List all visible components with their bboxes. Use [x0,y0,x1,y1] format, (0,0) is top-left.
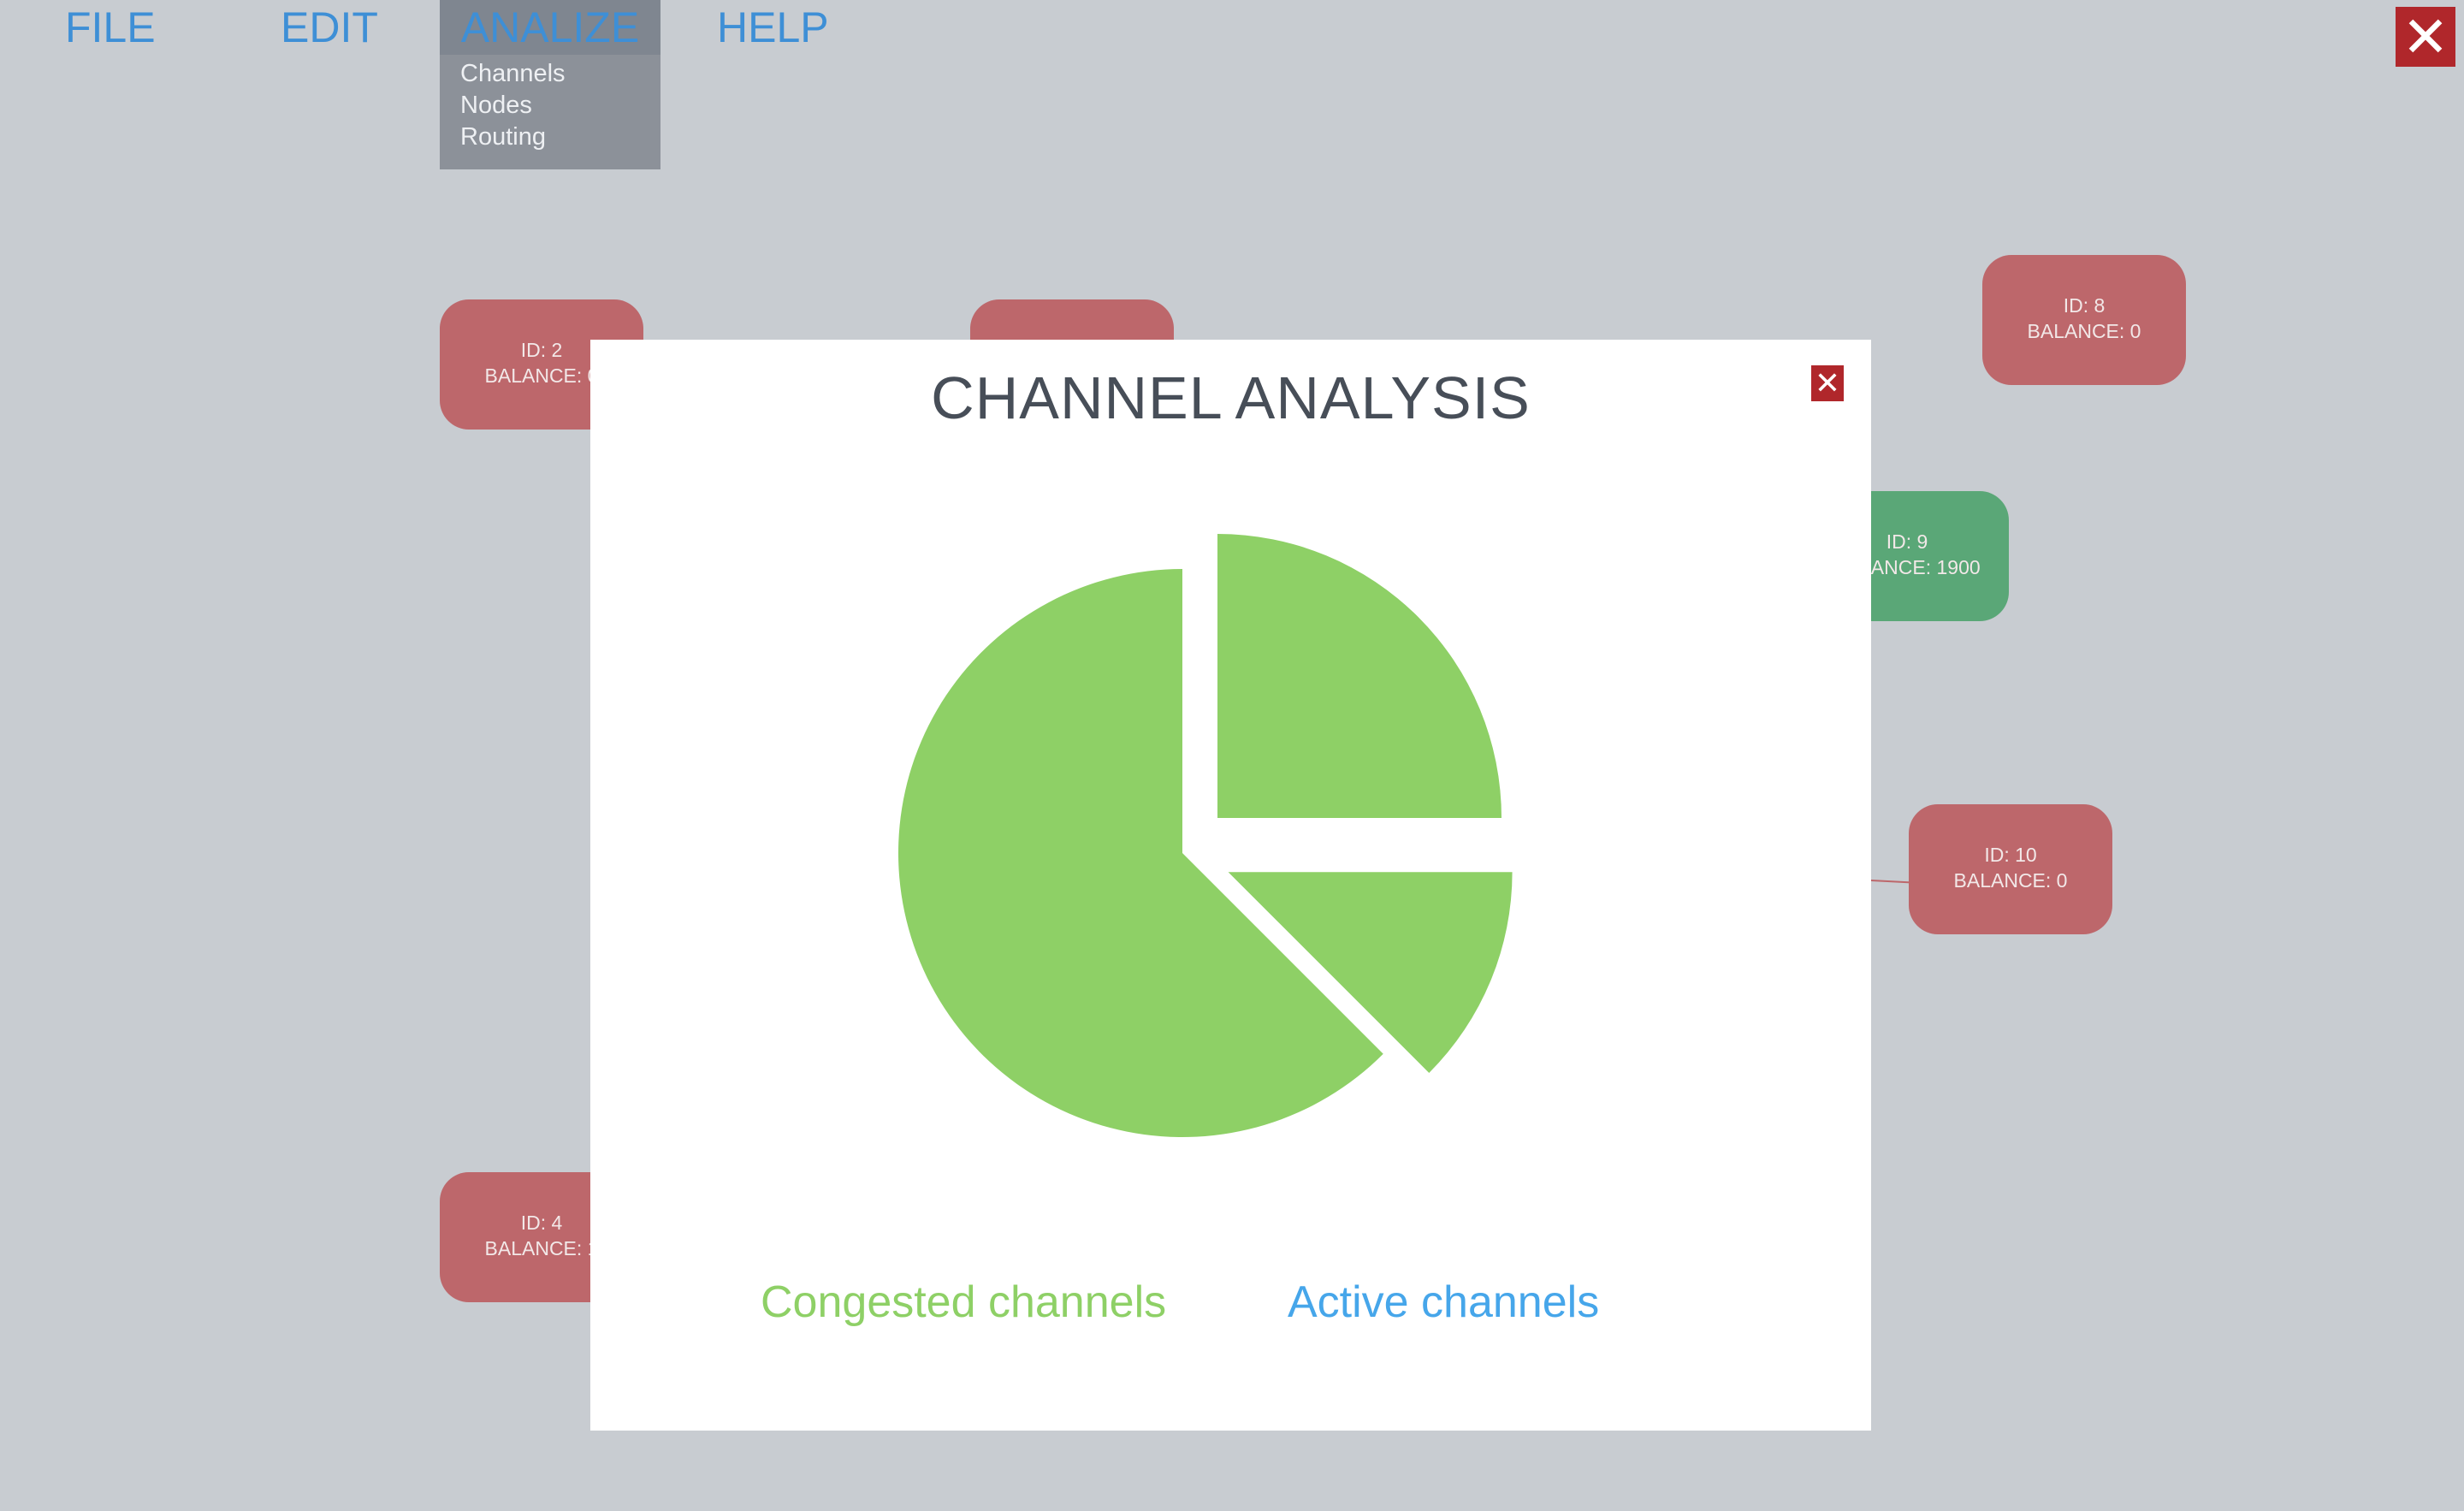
legend-congested-channels: Congested channels [761,1277,1167,1327]
menu-edit[interactable]: EDIT [281,0,378,55]
menu-analize[interactable]: ANALIZE [440,0,660,55]
legend-active-channels: Active channels [1288,1277,1600,1327]
analize-dropdown: Channels Nodes Routing [440,55,660,169]
menu-bar: FILE EDIT ANALIZE HELP [0,0,2464,55]
node-balance-label: BALANCE: 0 [2027,320,2141,342]
menu-file[interactable]: FILE [65,0,156,55]
node-balance-label: BALANCE: 0 [1953,869,2068,892]
graph-node-10[interactable]: ID: 10 BALANCE: 0 [1909,804,2112,934]
pie-slice-1[interactable] [1217,533,1502,818]
dropdown-item-nodes[interactable]: Nodes [440,90,660,121]
node-id-label: ID: 8 [2063,294,2106,317]
dropdown-item-channels[interactable]: Channels [440,58,660,90]
channel-pie-chart [897,533,1513,1137]
graph-node-8[interactable]: ID: 8 BALANCE: 0 [1982,255,2186,385]
app-window: FILE EDIT ANALIZE HELP Channels Nodes Ro… [0,0,2464,1511]
graph-edge [1870,880,1910,884]
menu-help[interactable]: HELP [717,0,829,55]
dropdown-item-routing[interactable]: Routing [440,121,660,153]
channel-analysis-modal: CHANNEL ANALYSIS ✕ Congested channels Ac… [590,340,1871,1431]
node-id-label: ID: 10 [1984,844,2037,866]
close-icon[interactable]: ✕ [2396,7,2455,67]
